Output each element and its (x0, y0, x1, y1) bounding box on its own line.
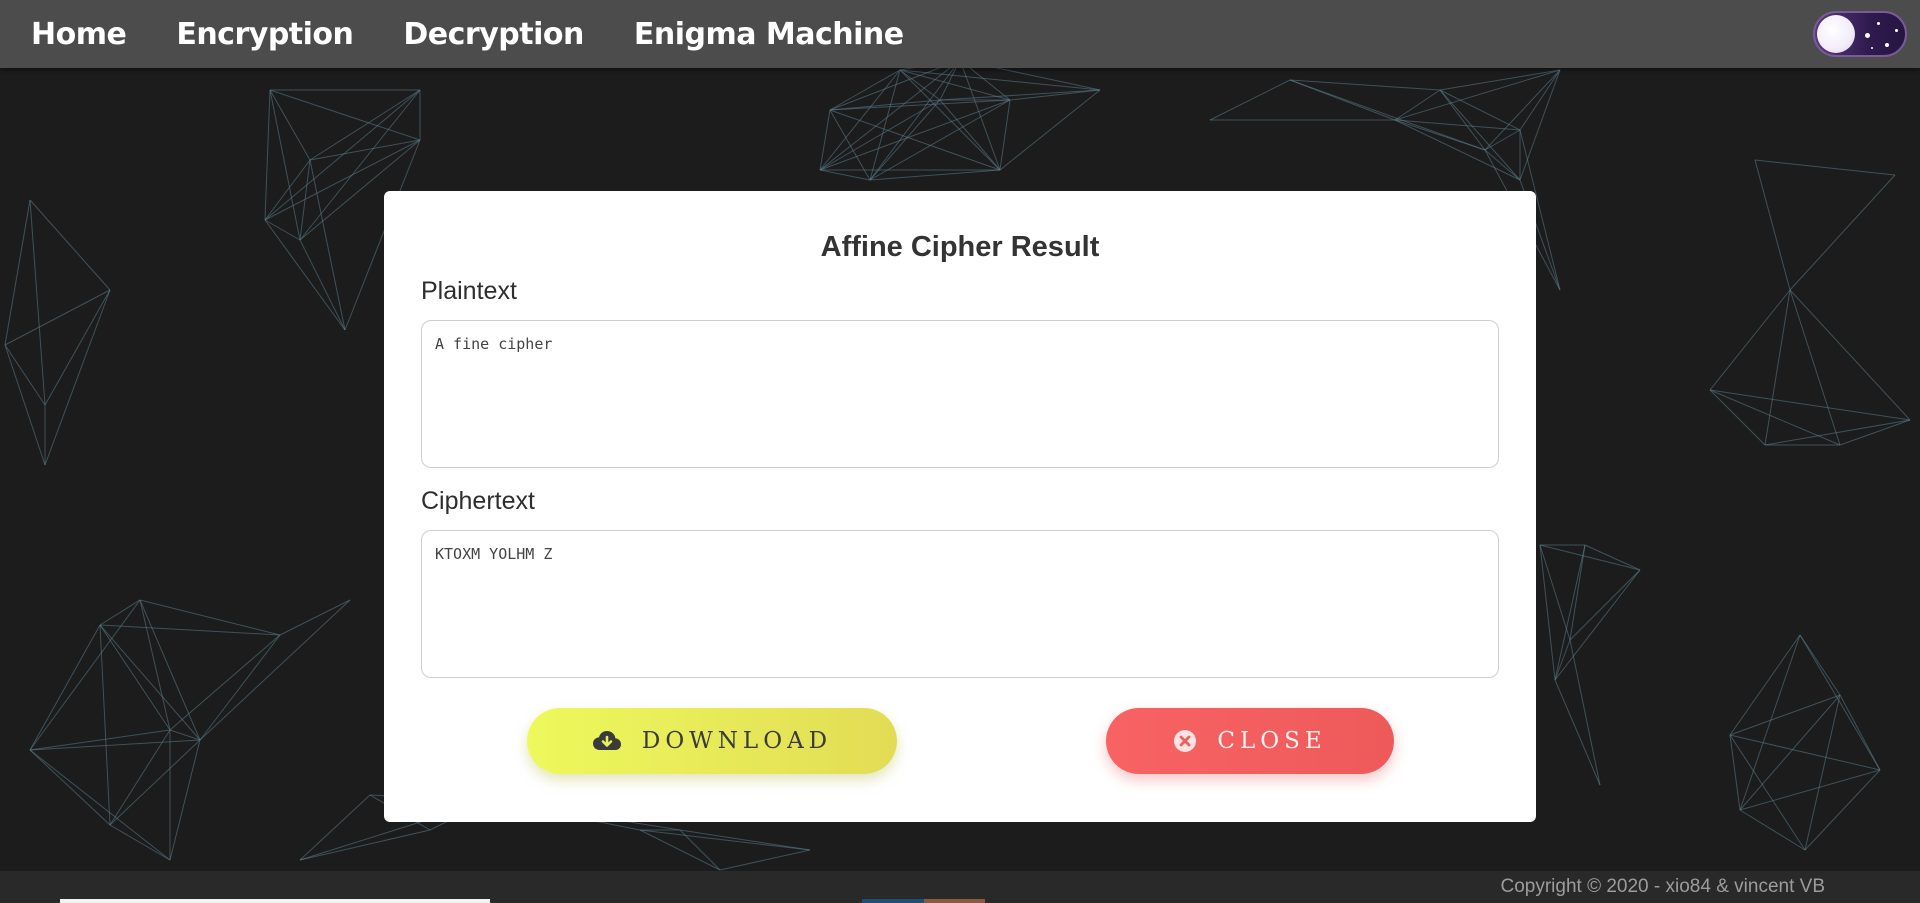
moon-toggle-icon (1817, 15, 1855, 53)
result-modal: Affine Cipher Result Plaintext A fine ci… (384, 191, 1536, 822)
times-circle-icon (1173, 729, 1197, 753)
download-button[interactable]: DOWNLOAD (527, 708, 897, 774)
star-icon (1865, 33, 1870, 38)
star-icon (1885, 43, 1889, 47)
ciphertext-field[interactable]: KTOXM YOLHM Z (421, 530, 1499, 678)
star-icon (1877, 22, 1880, 25)
nav-home[interactable]: Home (31, 17, 127, 52)
taskbar-strip (862, 899, 924, 903)
copyright-text: Copyright © 2020 - xio84 & vincent VB (1500, 876, 1825, 897)
taskbar-strip (924, 899, 985, 903)
modal-title: Affine Cipher Result (820, 231, 1100, 263)
top-navbar: Home Encryption Decryption Enigma Machin… (0, 0, 1920, 68)
plaintext-label: Plaintext (421, 277, 517, 305)
nav-decryption[interactable]: Decryption (403, 17, 584, 52)
ciphertext-label: Ciphertext (421, 487, 535, 515)
close-button[interactable]: CLOSE (1106, 708, 1394, 774)
taskbar-strip (60, 899, 490, 903)
cloud-download-icon (592, 730, 622, 752)
star-icon (1871, 47, 1873, 49)
plaintext-field[interactable]: A fine cipher (421, 320, 1499, 468)
download-label: DOWNLOAD (641, 728, 833, 754)
nav-enigma-machine[interactable]: Enigma Machine (634, 17, 904, 52)
close-label: CLOSE (1217, 728, 1327, 754)
theme-toggle[interactable] (1813, 11, 1907, 57)
nav-encryption[interactable]: Encryption (176, 17, 354, 52)
star-icon (1895, 29, 1898, 32)
